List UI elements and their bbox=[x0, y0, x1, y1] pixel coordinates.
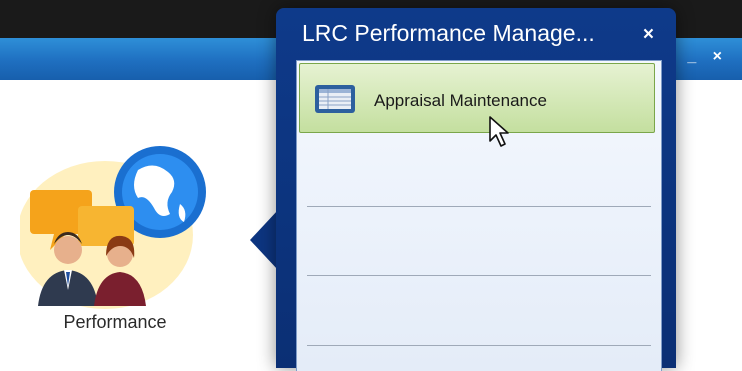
popup-title: LRC Performance Manage... bbox=[302, 20, 595, 46]
mouse-cursor-icon bbox=[489, 116, 509, 147]
menu-item-label: Appraisal Maintenance bbox=[374, 91, 547, 110]
popup-panel: LRC Performance Manage... × Appraisal Ma… bbox=[276, 8, 676, 371]
table-icon bbox=[315, 85, 355, 113]
popup-menu-list: Appraisal Maintenance bbox=[296, 60, 662, 371]
performance-icon-graphic bbox=[17, 146, 206, 309]
list-divider bbox=[307, 275, 651, 276]
popup-close-button[interactable]: × bbox=[643, 24, 654, 46]
background-window-controls[interactable]: _ × bbox=[687, 48, 728, 66]
performance-label: Performance bbox=[63, 312, 167, 332]
menu-item-appraisal-maintenance[interactable]: Appraisal Maintenance bbox=[299, 63, 655, 133]
performance-icon[interactable] bbox=[17, 140, 210, 310]
list-divider bbox=[307, 206, 651, 207]
list-divider bbox=[307, 345, 651, 346]
popup-pointer bbox=[250, 210, 278, 270]
